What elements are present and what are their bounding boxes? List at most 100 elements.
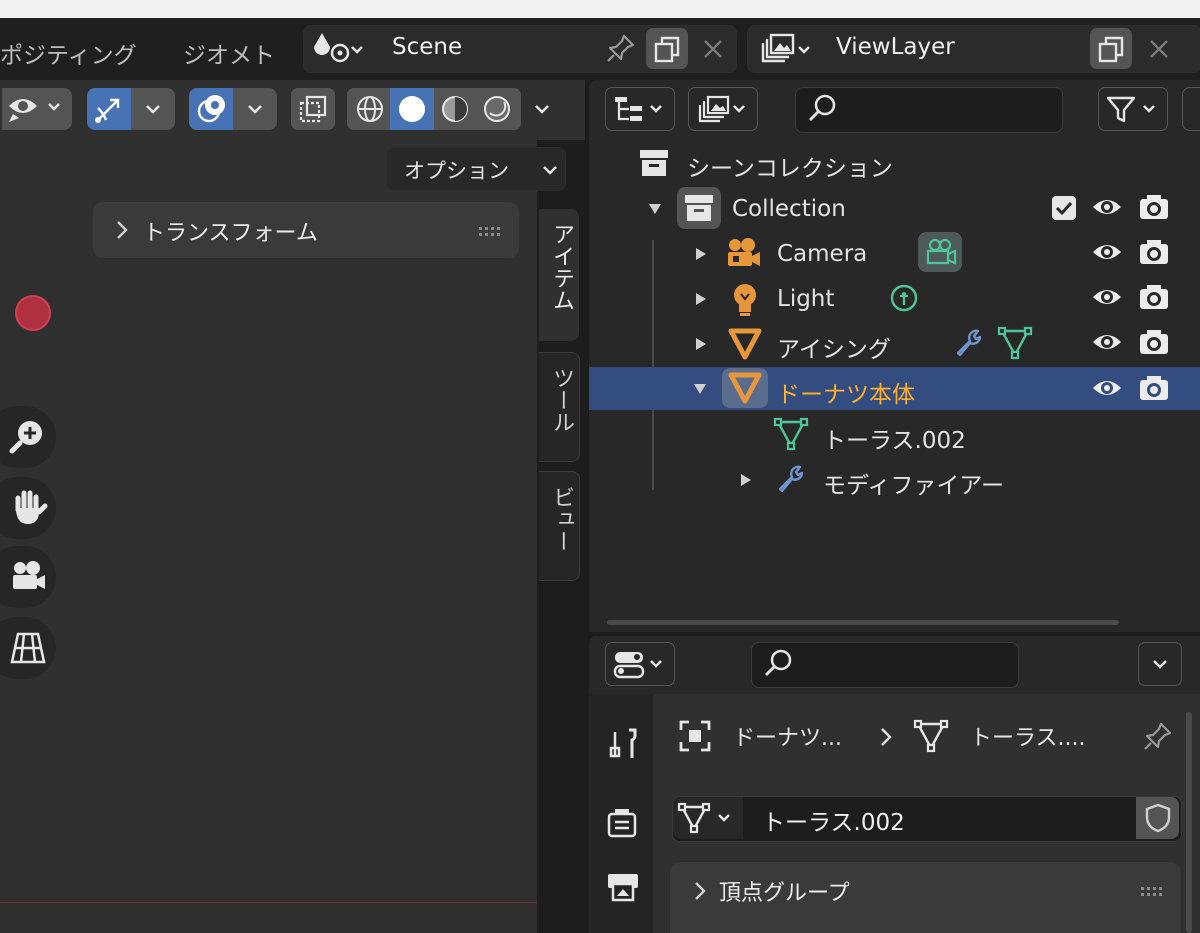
icing-label[interactable]: アイシング <box>777 330 891 364</box>
outliner-search-input[interactable] <box>795 87 1063 133</box>
eye-icon[interactable] <box>1090 194 1124 220</box>
eye-icon[interactable] <box>1090 375 1124 401</box>
xray-icon <box>299 95 327 123</box>
mesh-name-field[interactable]: トーラス.002 <box>762 803 905 837</box>
mesh-object-icon <box>726 325 764 363</box>
camera-data-icon[interactable] <box>918 232 962 272</box>
properties-editor-icon <box>613 652 662 679</box>
collapse-triangle-icon[interactable] <box>690 380 710 398</box>
sidebar-tab-item[interactable]: アイテム <box>539 209 579 341</box>
chevron-down-icon <box>535 105 549 114</box>
modifiers-label[interactable]: モディファイアー <box>823 466 1004 500</box>
render-camera-icon[interactable] <box>1136 327 1172 357</box>
render-camera-icon[interactable] <box>1136 373 1172 403</box>
tool-settings-tab[interactable] <box>601 722 645 766</box>
vertex-groups-label: 頂点グループ <box>719 881 850 906</box>
shading-dropdown[interactable] <box>521 88 563 130</box>
xray-toggle-button[interactable] <box>291 88 335 130</box>
sidebar-tab-tool[interactable]: ツール <box>539 352 580 462</box>
mesh-data-icon[interactable] <box>996 325 1034 361</box>
mesh-data-icon <box>912 717 950 755</box>
outliner-panel <box>589 80 1200 632</box>
chevron-right-icon <box>876 726 896 748</box>
mesh-data-icon <box>772 415 810 453</box>
collapse-triangle-icon[interactable] <box>644 198 666 220</box>
new-collection-button[interactable] <box>1182 87 1200 131</box>
camera-icon <box>13 561 45 589</box>
properties-editor-type-dropdown[interactable] <box>605 642 675 686</box>
donut-body-label[interactable]: ドーナツ本体 <box>777 375 915 409</box>
outliner-filter-dropdown[interactable] <box>1098 87 1168 131</box>
shading-wireframe-button[interactable] <box>349 88 391 130</box>
object-square-icon <box>676 717 714 755</box>
new-view-layer-button[interactable] <box>1090 28 1132 69</box>
scene-browse-button[interactable] <box>308 29 372 67</box>
pin-scene-button[interactable] <box>603 30 639 66</box>
sidebar-tab-view[interactable]: ビュー <box>539 471 580 581</box>
chevron-down-icon <box>146 105 160 114</box>
axis-gizmo-dot[interactable] <box>15 295 51 331</box>
scene-name[interactable]: Scene <box>392 34 462 60</box>
outliner-display-mode-dropdown[interactable] <box>605 87 675 131</box>
overlays-dropdown[interactable] <box>233 88 277 130</box>
mesh-object-icon-active <box>722 368 768 408</box>
render-layers-icon <box>761 33 810 63</box>
exclude-checkbox[interactable] <box>1052 196 1076 220</box>
delete-view-layer-button[interactable] <box>1140 30 1178 68</box>
expand-triangle-icon[interactable] <box>692 244 710 264</box>
view-layer-name[interactable]: ViewLayer <box>836 34 955 60</box>
tool-icon <box>609 728 637 758</box>
modifier-wrench-icon[interactable] <box>950 325 986 361</box>
eye-icon[interactable] <box>1090 284 1124 310</box>
shading-solid-button[interactable] <box>390 88 434 130</box>
workspace-tab-geometry[interactable]: ジオメト <box>183 36 275 70</box>
gizmo-dropdown[interactable] <box>131 88 175 130</box>
torus-mesh-label[interactable]: トーラス.002 <box>823 421 966 455</box>
properties-scrollbar[interactable] <box>1186 712 1192 933</box>
scene-collection-label[interactable]: シーンコレクション <box>687 149 893 183</box>
eye-icon[interactable] <box>1090 239 1124 265</box>
pin-button[interactable] <box>1140 718 1176 754</box>
close-icon <box>1150 40 1168 58</box>
overlays-icon <box>197 95 225 123</box>
expand-triangle-icon[interactable] <box>692 334 710 354</box>
light-label[interactable]: Light <box>777 286 834 312</box>
mesh-data-dropdown-icon <box>677 802 730 834</box>
visibility-dropdown[interactable] <box>2 88 72 130</box>
render-camera-icon[interactable] <box>1136 192 1172 222</box>
expand-triangle-icon[interactable] <box>737 470 755 490</box>
collection-icon <box>677 187 721 229</box>
delete-scene-button[interactable] <box>694 30 732 68</box>
shading-rendered-button[interactable] <box>476 88 518 130</box>
camera-object-icon <box>724 234 764 274</box>
shading-material-button[interactable] <box>434 88 476 130</box>
new-scene-button[interactable] <box>646 28 688 69</box>
eye-icon[interactable] <box>1090 329 1124 355</box>
render-tab[interactable] <box>601 800 645 844</box>
gizmo-toggle-button[interactable] <box>87 88 131 130</box>
sidebar-tab-tool-label: ツール <box>549 367 574 433</box>
overlays-toggle-button[interactable] <box>189 88 233 130</box>
search-icon <box>765 649 792 676</box>
outliner-view-layer-dropdown[interactable] <box>688 87 758 131</box>
collection-label[interactable]: Collection <box>732 196 846 222</box>
camera-label[interactable]: Camera <box>777 241 867 267</box>
render-camera-icon[interactable] <box>1136 282 1172 312</box>
workspace-tab-compositing[interactable]: ポジティング <box>0 36 137 70</box>
outliner-horizontal-scrollbar[interactable] <box>607 620 1119 625</box>
light-data-icon[interactable] <box>886 280 922 318</box>
expand-triangle-icon[interactable] <box>692 289 710 309</box>
fake-user-button[interactable] <box>1136 797 1179 839</box>
sidebar-tab-view-label: ビュー <box>549 486 574 552</box>
view-layer-browse-button[interactable] <box>753 29 817 67</box>
gizmo-icon <box>95 98 120 123</box>
drag-handle-icon[interactable] <box>1140 883 1166 896</box>
output-tab[interactable] <box>601 864 645 908</box>
breadcrumb-object: ドーナツ... <box>733 726 842 751</box>
properties-options-dropdown[interactable] <box>1138 642 1182 686</box>
mesh-browse-button[interactable] <box>673 797 743 839</box>
properties-search-input[interactable] <box>751 642 1019 688</box>
render-camera-icon[interactable] <box>1136 237 1172 267</box>
render-icon <box>607 809 637 838</box>
drag-handle-icon[interactable] <box>478 223 504 236</box>
